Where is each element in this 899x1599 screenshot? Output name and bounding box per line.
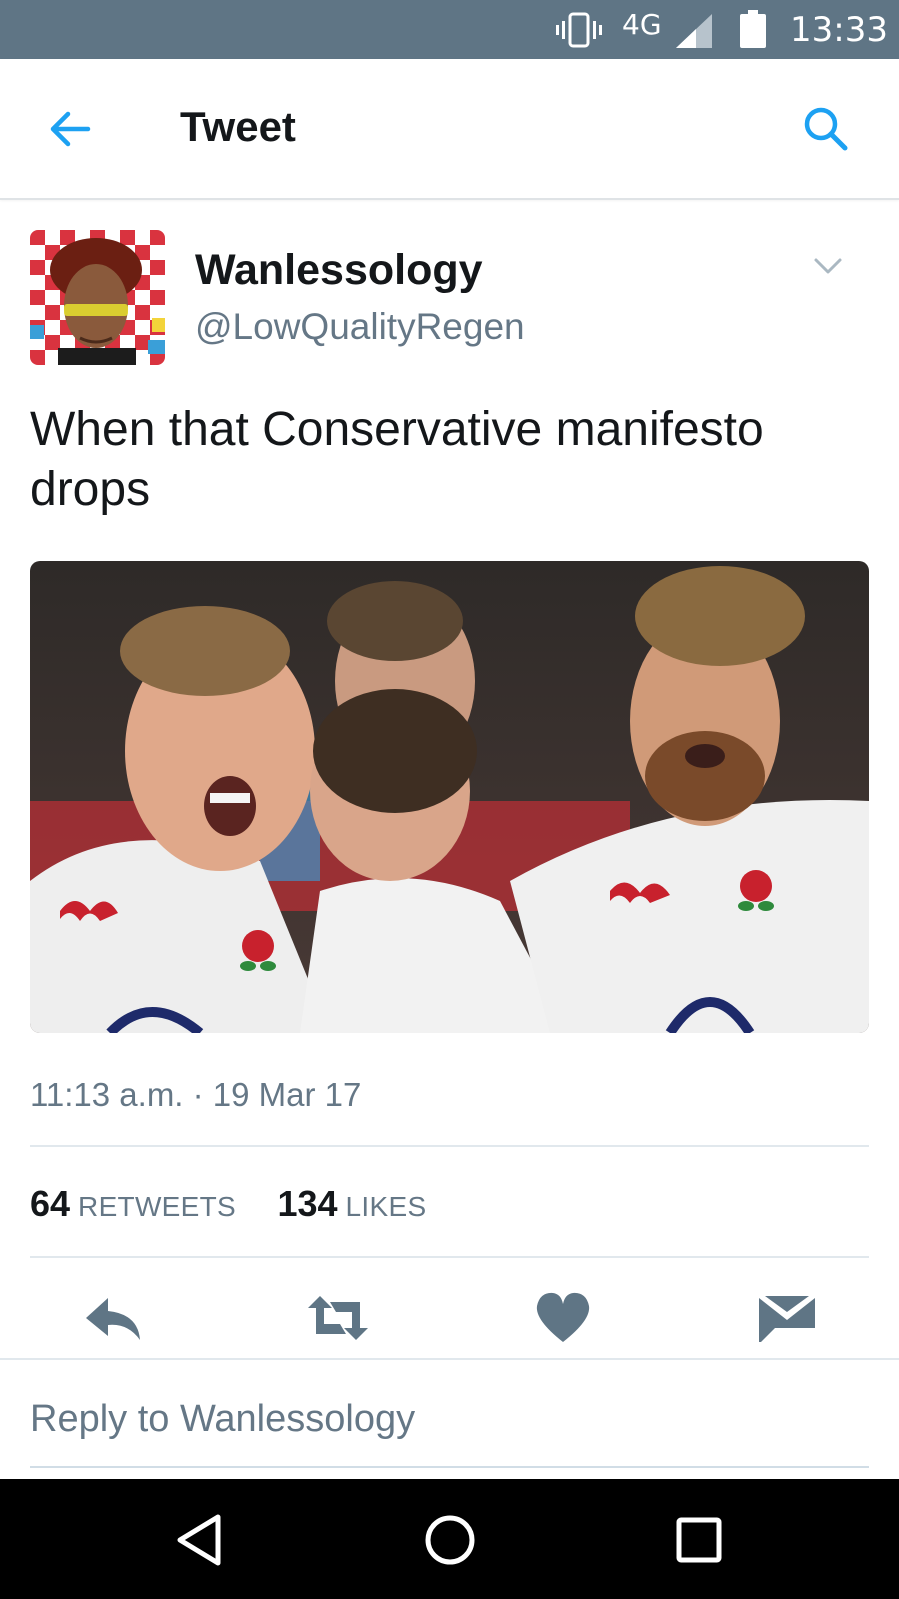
clock: 13:33 bbox=[790, 10, 888, 50]
system-nav-bar bbox=[0, 1479, 899, 1599]
divider bbox=[30, 1256, 869, 1258]
search-icon[interactable] bbox=[800, 103, 852, 155]
network-type: 4G bbox=[622, 8, 662, 41]
retweets-stat[interactable]: 64 RETWEETS bbox=[30, 1183, 236, 1225]
home-circle-icon[interactable] bbox=[415, 1505, 485, 1575]
message-icon[interactable] bbox=[755, 1290, 819, 1346]
signal-icon bbox=[676, 14, 712, 48]
avatar[interactable] bbox=[30, 230, 165, 365]
arrow-left-icon[interactable] bbox=[44, 103, 96, 155]
retweets-count: 64 bbox=[30, 1183, 71, 1224]
tweet-media-image[interactable] bbox=[30, 561, 869, 1033]
chevron-down-icon[interactable] bbox=[812, 254, 844, 278]
author-handle[interactable]: @LowQualityRegen bbox=[195, 306, 525, 348]
heart-icon[interactable] bbox=[531, 1290, 595, 1346]
likes-label: LIKES bbox=[345, 1191, 427, 1222]
app-header: Tweet bbox=[0, 59, 899, 200]
reply-input[interactable]: Reply to Wanlessology bbox=[30, 1398, 869, 1468]
author-name[interactable]: Wanlessology bbox=[195, 246, 483, 295]
page-title: Tweet bbox=[180, 103, 296, 150]
reply-icon[interactable] bbox=[82, 1290, 146, 1346]
likes-count: 134 bbox=[277, 1183, 338, 1224]
divider bbox=[30, 1145, 869, 1147]
tweet-text: When that Conservative manifesto drops bbox=[30, 403, 764, 516]
tweet-timestamp: 11:13 a.m. · 19 Mar 17 bbox=[30, 1076, 362, 1113]
tweet-stats: 64 RETWEETS 134 LIKES bbox=[30, 1183, 426, 1225]
status-bar: 4G 13:33 bbox=[0, 0, 899, 59]
likes-stat[interactable]: 134 LIKES bbox=[277, 1183, 426, 1225]
reply-placeholder: Reply to Wanlessology bbox=[30, 1398, 416, 1440]
recents-square-icon[interactable] bbox=[664, 1505, 734, 1575]
back-triangle-icon[interactable] bbox=[166, 1505, 236, 1575]
retweets-label: RETWEETS bbox=[78, 1191, 237, 1222]
vibrate-icon bbox=[556, 12, 602, 48]
battery-icon bbox=[740, 10, 766, 48]
divider bbox=[0, 1358, 899, 1360]
retweet-icon[interactable] bbox=[306, 1290, 370, 1346]
